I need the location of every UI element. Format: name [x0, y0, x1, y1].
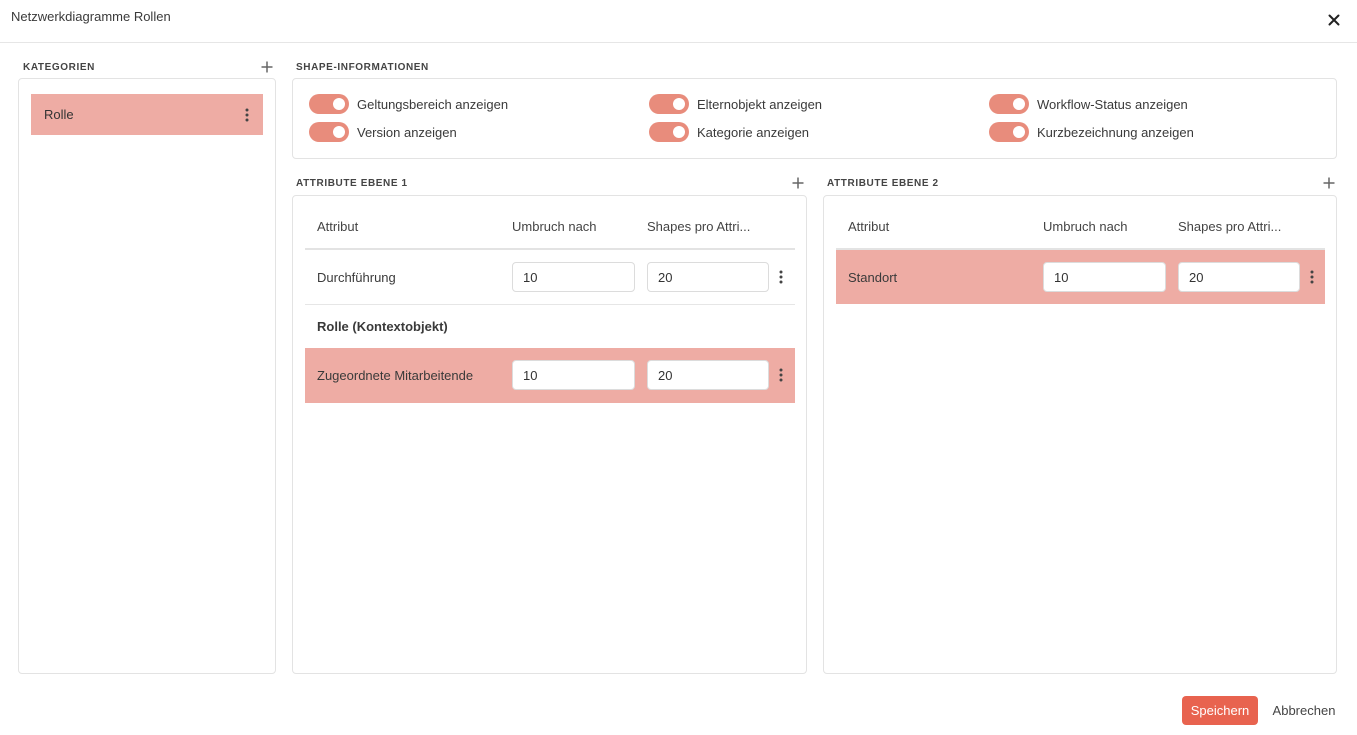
row-menu-button[interactable]	[775, 268, 787, 286]
dialog-title: Netzwerkdiagramme Rollen	[11, 9, 171, 24]
toggle-label: Geltungsbereich anzeigen	[357, 96, 509, 112]
add-level2-attribute-button[interactable]	[1322, 176, 1336, 190]
add-level1-attribute-button[interactable]	[791, 176, 805, 190]
level2-panel: Attribut Umbruch nach Shapes pro Attri..…	[823, 195, 1337, 674]
column-header-attribut: Attribut	[848, 219, 890, 234]
toggle-switch[interactable]	[989, 94, 1029, 114]
column-header-shapes: Shapes pro Attri...	[1178, 219, 1282, 234]
category-menu-button[interactable]	[241, 106, 253, 124]
toggle-label: Version anzeigen	[357, 124, 457, 140]
toggle-label: Elternobjekt anzeigen	[697, 96, 823, 112]
shapes-per-attribute-input[interactable]	[1178, 262, 1300, 292]
row-menu-button[interactable]	[775, 366, 787, 384]
toggle-workflow-status[interactable]: Workflow-Status anzeigen	[989, 94, 1188, 114]
toggle-geltungsbereich[interactable]: Geltungsbereich anzeigen	[309, 94, 508, 114]
toggle-kurzbezeichnung[interactable]: Kurzbezeichnung anzeigen	[989, 122, 1194, 142]
toggle-label: Kategorie anzeigen	[697, 124, 810, 140]
more-vertical-icon	[779, 270, 783, 284]
table-row[interactable]: Zugeordnete Mitarbeitende	[305, 348, 795, 403]
dialog-header: Netzwerkdiagramme Rollen	[0, 0, 1357, 43]
row-attribute-label: Zugeordnete Mitarbeitende	[317, 368, 474, 383]
close-button[interactable]	[1325, 11, 1343, 29]
shape-info-label: SHAPE-INFORMATIONEN	[296, 62, 429, 73]
wrap-after-input[interactable]	[512, 360, 635, 390]
level1-label: ATTRIBUTE EBENE 1	[296, 178, 408, 189]
table-row[interactable]: Durchführung	[305, 250, 795, 304]
add-category-button[interactable]	[260, 60, 274, 74]
toggle-version[interactable]: Version anzeigen	[309, 122, 457, 142]
toggle-kategorie[interactable]: Kategorie anzeigen	[649, 122, 809, 142]
plus-icon	[1323, 177, 1335, 189]
more-vertical-icon	[779, 368, 783, 382]
categories-panel: Rolle	[18, 78, 276, 674]
categories-label: KATEGORIEN	[23, 62, 95, 73]
plus-icon	[792, 177, 804, 189]
toggle-label: Kurzbezeichnung anzeigen	[1037, 124, 1194, 140]
table-row[interactable]: Standort	[836, 250, 1325, 304]
category-item-rolle[interactable]: Rolle	[31, 94, 263, 135]
toggle-switch[interactable]	[649, 122, 689, 142]
wrap-after-input[interactable]	[1043, 262, 1166, 292]
plus-icon	[261, 61, 273, 73]
row-menu-button[interactable]	[1306, 268, 1318, 286]
row-attribute-label: Durchführung	[317, 270, 396, 285]
shape-info-panel: Geltungsbereich anzeigen Elternobjekt an…	[292, 78, 1337, 159]
wrap-after-input[interactable]	[512, 262, 635, 292]
cancel-button[interactable]: Abbrechen	[1266, 696, 1342, 725]
category-item-label: Rolle	[44, 107, 74, 122]
toggle-elternobjekt[interactable]: Elternobjekt anzeigen	[649, 94, 822, 114]
group-label: Rolle (Kontextobjekt)	[317, 319, 448, 334]
column-header-umbruch: Umbruch nach	[512, 219, 597, 234]
shapes-per-attribute-input[interactable]	[647, 360, 769, 390]
toggle-label: Workflow-Status anzeigen	[1037, 96, 1188, 112]
save-button[interactable]: Speichern	[1182, 696, 1258, 725]
shapes-per-attribute-input[interactable]	[647, 262, 769, 292]
row-attribute-label: Standort	[848, 270, 898, 285]
toggle-switch[interactable]	[989, 122, 1029, 142]
toggle-switch[interactable]	[309, 122, 349, 142]
more-vertical-icon	[1310, 270, 1314, 284]
toggle-switch[interactable]	[309, 94, 349, 114]
column-header-umbruch: Umbruch nach	[1043, 219, 1128, 234]
level1-panel: Attribut Umbruch nach Shapes pro Attri..…	[292, 195, 807, 674]
more-vertical-icon	[245, 108, 249, 122]
close-icon	[1328, 14, 1340, 26]
column-header-shapes: Shapes pro Attri...	[647, 219, 751, 234]
level2-label: ATTRIBUTE EBENE 2	[827, 178, 939, 189]
column-header-attribut: Attribut	[317, 219, 359, 234]
row-divider	[305, 304, 795, 305]
toggle-switch[interactable]	[649, 94, 689, 114]
